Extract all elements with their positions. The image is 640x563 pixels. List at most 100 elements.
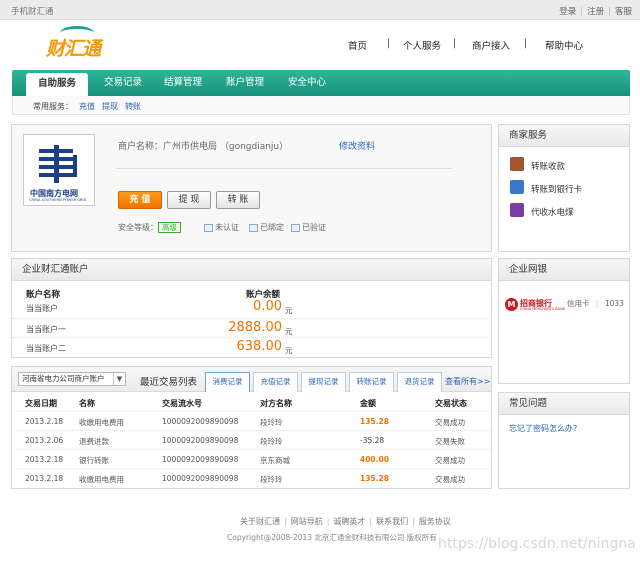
table-row[interactable]: 2013.2.18 银行转账 1000092009890098 京东商城 400… (12, 449, 491, 468)
tab-bar: 自助服务 交易记录 结算管理 账户管理 安全中心 (12, 70, 630, 96)
footer-jobs[interactable]: 诚聘英才 (333, 517, 365, 526)
common-services-label: 常用服务： (33, 102, 73, 111)
phone-icon (249, 223, 258, 232)
tx-amount: -35.28 (360, 436, 385, 445)
chevron-down-icon: ▼ (113, 373, 125, 385)
card-tail: 1033 (604, 299, 624, 308)
nav-help[interactable]: 帮助中心 (545, 38, 583, 52)
common-services: 常用服务： 充值 提现 转账 (12, 96, 630, 115)
recharge-button[interactable]: 充 值 (118, 191, 162, 209)
edit-profile-link[interactable]: 修改资料 (339, 139, 375, 152)
tab-refund-records[interactable]: 退货记录 (397, 372, 442, 392)
company-select[interactable]: 河南省电力公司商户账户 ▼ (18, 372, 126, 386)
transactions-title: 最近交易列表 (140, 377, 198, 388)
transfer-button[interactable]: 转 账 (216, 191, 260, 209)
id-card-icon (204, 223, 213, 232)
tx-serial: 1000092009890098 (162, 436, 239, 445)
faq-panel: 常见问题 忘记了密码怎么办? (498, 392, 630, 489)
currency-unit: 元 (285, 306, 293, 315)
tx-name: 收缴用电费用 (79, 475, 124, 484)
cert-status[interactable]: 未认证 (215, 223, 239, 232)
login-link[interactable]: 登录 (559, 7, 576, 17)
faq-title: 常见问题 (499, 393, 629, 415)
cmb-logo-icon: M (505, 298, 518, 311)
subnav-withdraw[interactable]: 提现 (102, 101, 118, 112)
currency-unit: 元 (285, 327, 293, 336)
service-transfer-bank[interactable]: 转账到银行卡 (507, 178, 625, 198)
account-row: 当当账户 0.00 元 (12, 298, 492, 317)
account-balance: 0.00 (253, 299, 282, 314)
utilities-icon (510, 203, 524, 217)
logo-arc (60, 26, 94, 40)
account-row: 当当账户一 2888.00 元 (12, 318, 492, 337)
service-label: 转账收款 (531, 162, 566, 172)
footer-terms[interactable]: 服务协议 (419, 517, 451, 526)
top-bar: 手机财汇通 登录 | 注册 | 客服 (0, 0, 640, 20)
bind-status[interactable]: 已绑定 (260, 223, 284, 232)
mail-icon (291, 223, 300, 232)
tab-self-service[interactable]: 自助服务 (26, 73, 88, 96)
tab-settlement[interactable]: 结算管理 (152, 70, 214, 96)
site-logo[interactable]: 财汇通 (46, 26, 101, 60)
view-all-link[interactable]: 查看所有>> (445, 376, 490, 387)
service-label: 代收水电煤 (531, 208, 574, 218)
tab-account[interactable]: 账户管理 (214, 70, 276, 96)
nav-personal[interactable]: 个人服务 (403, 38, 441, 52)
col-serial: 交易流水号 (162, 399, 202, 408)
merchant-services-panel: 商家服务 转账收款 转账到银行卡 代收水电煤 (498, 124, 630, 252)
service-utilities[interactable]: 代收水电煤 (507, 201, 625, 221)
accounts-title: 企业财汇通账户 (12, 259, 491, 281)
tx-name: 收缴用电费用 (79, 418, 124, 427)
tx-serial: 1000092009890098 (162, 474, 239, 483)
receive-money-icon (510, 157, 524, 171)
footer-contact[interactable]: 联系我们 (376, 517, 408, 526)
withdraw-button[interactable]: 提 现 (167, 191, 211, 209)
company-select-value: 河南省电力公司商户账户 (22, 374, 105, 383)
tab-withdraw-records[interactable]: 提现记录 (301, 372, 346, 392)
subnav-transfer[interactable]: 转账 (125, 101, 141, 112)
service-label: 转账到银行卡 (531, 185, 583, 195)
footer-sitemap[interactable]: 网站导航 (291, 517, 323, 526)
tx-name: 退费进款 (79, 437, 109, 446)
tab-transfer-records[interactable]: 转账记录 (349, 372, 394, 392)
tab-consumption[interactable]: 消费记录 (205, 372, 250, 392)
enterprise-bank-panel: 企业网银 M 招商银行 CHINA MERCHANTS BANK 信用卡 | 1… (498, 258, 630, 384)
tx-date: 2013.2.06 (25, 436, 64, 445)
bank-card-icon (510, 180, 524, 194)
footer-about[interactable]: 关于财汇通 (240, 517, 280, 526)
transactions-header: 河南省电力公司商户账户 ▼ 最近交易列表 消费记录 充值记录 提现记录 转账记录… (12, 367, 491, 392)
customer-service-link[interactable]: 客服 (615, 7, 632, 17)
merchant-services-title: 商家服务 (499, 125, 629, 147)
transactions-panel: 河南省电力公司商户账户 ▼ 最近交易列表 消费记录 充值记录 提现记录 转账记录… (11, 366, 492, 489)
tx-amount: 400.00 (360, 455, 389, 464)
service-transfer-receive[interactable]: 转账收款 (507, 155, 625, 175)
table-row[interactable]: 2013.2.18 收缴用电费用 1000092009890098 段玲玲 13… (12, 411, 491, 430)
divider (116, 168, 452, 169)
tx-status: 交易失败 (435, 437, 465, 446)
register-link[interactable]: 注册 (587, 7, 604, 17)
verify-status[interactable]: 已验证 (302, 223, 326, 232)
tx-counterparty: 段玲玲 (260, 437, 283, 446)
merchant-name: 商户名称：广州市供电局 （gongdianju） (118, 142, 289, 152)
currency-unit: 元 (285, 346, 293, 355)
enterprise-bank-title: 企业网银 (499, 259, 629, 281)
table-row[interactable]: 2013.2.06 退费进款 1000092009890098 段玲玲 -35.… (12, 430, 491, 449)
watermark: https://blog.csdn.net/ningna (438, 536, 636, 552)
tx-date: 2013.2.18 (25, 417, 64, 426)
account-name: 当当账户一 (26, 325, 66, 334)
table-row[interactable]: 2013.2.18 收缴用电费用 1000092009890098 段玲玲 13… (12, 468, 491, 487)
account-name: 当当账户二 (26, 344, 66, 353)
subnav-recharge[interactable]: 充值 (79, 101, 95, 112)
enterprise-accounts-panel: 企业财汇通账户 账户名称 账户余额 当当账户 0.00 元 当当账户一 2888… (11, 258, 492, 358)
tab-recharge-records[interactable]: 充值记录 (253, 372, 298, 392)
nav-home[interactable]: 首页 (348, 38, 367, 52)
cmb-logo[interactable]: M 招商银行 CHINA MERCHANTS BANK (505, 297, 565, 313)
merchant-logo: 中国南方电网 CHINA SOUTHERN POWER GRID (23, 134, 95, 206)
forgot-password-link[interactable]: 忘记了密码怎么办? (509, 423, 577, 434)
tab-transactions[interactable]: 交易记录 (92, 70, 154, 96)
tx-amount: 135.28 (360, 474, 389, 483)
logo-text: 财汇通 (46, 38, 101, 60)
tab-security[interactable]: 安全中心 (276, 70, 338, 96)
nav-merchant[interactable]: 商户接入 (472, 38, 510, 52)
tx-status: 交易成功 (435, 418, 465, 427)
